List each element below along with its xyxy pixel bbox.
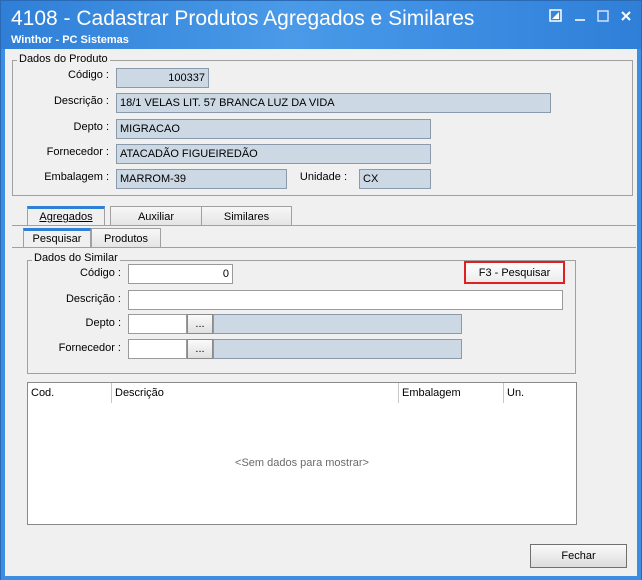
restore-icon[interactable] <box>549 9 565 23</box>
window-frame-bottom <box>1 576 641 580</box>
app-window: 4108 - Cadastrar Produtos Agregados e Si… <box>0 0 642 580</box>
fornecedor-lookup-button[interactable]: ... <box>187 339 213 359</box>
depto-label: Depto : <box>73 121 109 133</box>
unidade-field: CX <box>359 169 431 189</box>
fornecedor-description-field <box>213 339 462 359</box>
column-header-descricao[interactable]: Descrição <box>112 383 399 403</box>
depto-description-field <box>213 314 462 334</box>
tab-auxiliar-label: Auxiliar <box>137 211 175 223</box>
embalagem-field: MARROM-39 <box>116 169 287 189</box>
depto-field: MIGRACAO <box>116 119 431 139</box>
similar-codigo-input[interactable]: 0 <box>128 264 233 284</box>
similar-descricao-input[interactable] <box>128 290 563 310</box>
f3-pesquisar-button[interactable]: F3 - Pesquisar <box>464 261 565 284</box>
tab-similares-label: Similares <box>223 211 270 223</box>
tab-similares[interactable]: Similares <box>201 206 292 226</box>
results-grid[interactable]: Cod. Descrição Embalagem Un. <Sem dados … <box>27 382 577 525</box>
depto-lookup-button[interactable]: ... <box>187 314 213 334</box>
tab-agregados-label: Agregados <box>39 211 93 223</box>
similar-depto-label: Depto : <box>85 317 121 329</box>
codigo-label: Código : <box>68 69 109 81</box>
window-title: 4108 - Cadastrar Produtos Agregados e Si… <box>11 7 475 30</box>
tab-produtos[interactable]: Produtos <box>91 228 161 248</box>
close-icon[interactable] <box>619 9 635 23</box>
minimize-icon[interactable] <box>573 9 589 23</box>
window-frame-left <box>1 49 5 580</box>
tab-divider <box>12 225 636 226</box>
fornecedor-label: Fornecedor : <box>46 146 109 158</box>
codigo-field: 100337 <box>116 68 209 88</box>
unidade-label: Unidade : <box>299 171 347 183</box>
produto-legend: Dados do Produto <box>17 53 110 65</box>
title-bar: 4108 - Cadastrar Produtos Agregados e Si… <box>1 1 641 49</box>
maximize-icon[interactable] <box>596 9 612 23</box>
descricao-field: 18/1 VELAS LIT. 57 BRANCA LUZ DA VIDA <box>116 93 551 113</box>
grid-empty-message: <Sem dados para mostrar> <box>235 457 369 469</box>
similar-codigo-label: Código : <box>80 267 121 279</box>
window-frame-right <box>637 49 641 580</box>
descricao-label: Descrição : <box>53 95 109 107</box>
tab-produtos-label: Produtos <box>103 233 149 245</box>
fornecedor-field: ATACADÃO FIGUEIREDÃO <box>116 144 431 164</box>
similar-depto-input[interactable] <box>128 314 187 334</box>
window-subtitle: Winthor - PC Sistemas <box>11 34 129 46</box>
column-header-embalagem[interactable]: Embalagem <box>399 383 504 403</box>
similar-fornecedor-label: Fornecedor : <box>58 342 121 354</box>
tab-auxiliar[interactable]: Auxiliar <box>110 206 202 226</box>
embalagem-label: Embalagem : <box>44 171 109 183</box>
tab-agregados[interactable]: Agregados <box>27 206 105 226</box>
fechar-button[interactable]: Fechar <box>530 544 627 568</box>
similar-legend: Dados do Similar <box>32 252 120 264</box>
column-header-un[interactable]: Un. <box>504 383 576 403</box>
similar-descricao-label: Descrição : <box>65 293 121 305</box>
column-header-cod[interactable]: Cod. <box>28 383 112 403</box>
tab-pesquisar[interactable]: Pesquisar <box>23 228 91 248</box>
similar-fornecedor-input[interactable] <box>128 339 187 359</box>
tab-pesquisar-label: Pesquisar <box>32 233 82 245</box>
subtab-divider <box>12 247 636 248</box>
